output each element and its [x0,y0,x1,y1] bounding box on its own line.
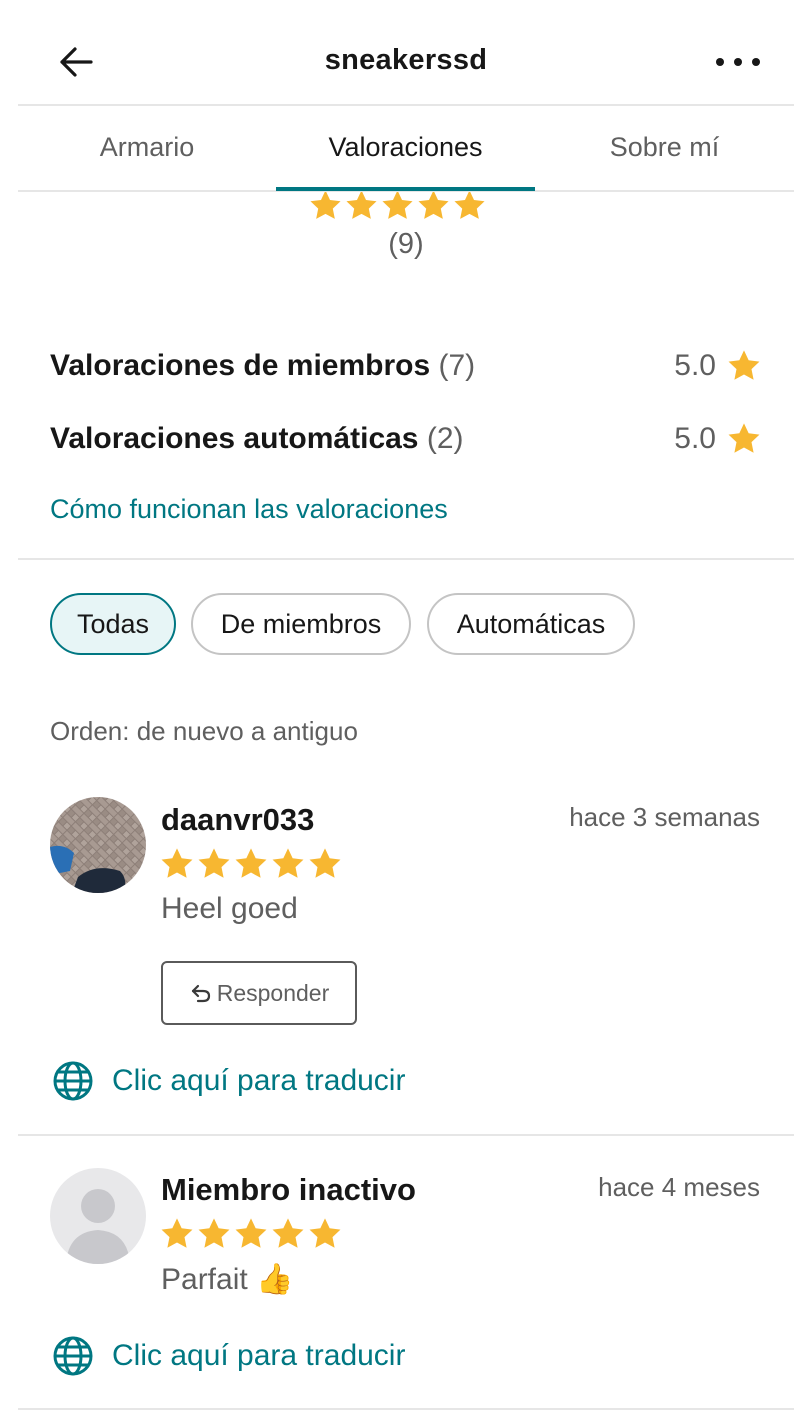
translate-link-label: Clic aquí para traducir [112,1064,406,1097]
tab-valoraciones[interactable]: Valoraciones [276,132,535,163]
member-ratings-row: Valoraciones de miembros (7) 5.0 [50,348,762,384]
translate-link[interactable]: Clic aquí para traducir [52,1060,405,1102]
member-ratings-value: 5.0 [674,349,716,382]
review-timestamp: hace 4 meses [598,1172,760,1202]
page-title: sneakerssd [324,44,488,76]
star-icon [272,1218,304,1248]
avatar[interactable] [50,1168,146,1264]
star-icon [272,848,304,878]
review-divider [18,1134,794,1136]
user-photo [50,797,146,893]
star-icon [346,190,377,219]
filter-chip-automaticas[interactable]: Automáticas [427,593,635,655]
star-icon [310,190,341,219]
reply-icon [191,984,210,1003]
review-text: Parfait 👍 [161,1263,294,1296]
tab-armario[interactable]: Armario [18,132,276,163]
automatic-ratings-value: 5.0 [674,422,716,455]
automatic-ratings-score: 5.0 [674,421,762,457]
review-timestamp: hace 3 semanas [569,802,760,832]
tab-sobre-mi[interactable]: Sobre mí [535,132,794,163]
filter-chip-de-miembros[interactable]: De miembros [191,593,411,655]
review-divider [18,1408,794,1410]
summary-divider [18,558,794,560]
profile-reviews-screen: sneakerssd Armario Valoraciones Sobre mí… [18,0,794,1413]
filter-chip-todas[interactable]: Todas [50,593,176,655]
review-username[interactable]: Miembro inactivo [161,1172,416,1208]
star-icon [198,848,230,878]
total-ratings-count: (9) [388,228,424,260]
review-stars [159,846,343,882]
sort-order-label: Orden: de nuevo a antiguo [50,716,358,746]
star-icon [198,1218,230,1248]
default-user-icon [66,1189,130,1264]
star-icon [382,190,413,219]
star-icon [728,350,760,380]
review-text: Heel goed [161,892,298,925]
header-divider [18,104,794,106]
avatar[interactable] [50,797,146,893]
star-icon [161,1218,193,1248]
automatic-ratings-label-group: Valoraciones automáticas (2) [50,422,464,456]
member-ratings-label: Valoraciones de miembros [50,349,431,382]
automatic-ratings-row: Valoraciones automáticas (2) 5.0 [50,421,762,457]
translate-link-label: Clic aquí para traducir [112,1339,406,1372]
star-icon [309,848,341,878]
globe-icon [53,1336,93,1376]
star-icon [418,190,449,219]
reply-button[interactable]: Responder [161,961,357,1025]
star-icon [454,190,485,219]
how-ratings-work-link[interactable]: Cómo funcionan las valoraciones [50,494,448,525]
globe-icon [53,1061,93,1101]
overall-rating-stars [308,188,488,219]
member-ratings-score: 5.0 [674,348,762,384]
translate-link[interactable]: Clic aquí para traducir [52,1335,405,1377]
review-stars [159,1216,343,1252]
star-icon [235,1218,267,1248]
more-options-button[interactable] [708,44,768,80]
star-icon [728,423,760,453]
automatic-ratings-count: (2) [426,422,464,455]
member-ratings-label-group: Valoraciones de miembros (7) [50,349,475,383]
member-ratings-count: (7) [438,349,476,382]
review-username[interactable]: daanvr033 [161,802,314,838]
star-icon [235,848,267,878]
star-icon [309,1218,341,1248]
active-tab-indicator [276,187,535,191]
automatic-ratings-label: Valoraciones automáticas [50,422,419,455]
reply-button-label: Responder [216,979,330,1006]
star-icon [161,848,193,878]
more-horizontal-icon [716,58,760,66]
